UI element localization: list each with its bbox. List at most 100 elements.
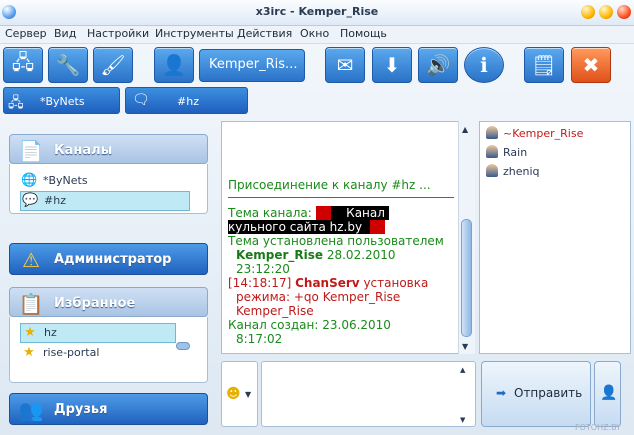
nick-item[interactable]: Rain	[486, 145, 527, 159]
user-actions-button[interactable]: 👤	[594, 361, 621, 427]
admin-header[interactable]: ⚠ Администратор	[9, 243, 208, 275]
download-icon: ⬇	[383, 53, 401, 77]
speaker-icon: 🔊	[425, 53, 451, 77]
globe-icon: 🌐	[21, 173, 38, 188]
created-label: Канал создан: 23.06.2010	[228, 318, 391, 332]
nick-label: Rain	[503, 146, 528, 159]
tab-label: #hz	[177, 95, 199, 108]
scrollbar-thumb[interactable]	[176, 342, 190, 350]
mode-text-3: Kemper_Rise	[236, 304, 314, 318]
topic-time: 23:12:20	[236, 262, 290, 276]
channels-section: 📄 Каналы 🌐 *ByNets 💬 #hz	[9, 134, 208, 214]
notes-button[interactable]: 🗒	[524, 47, 564, 83]
chat-log[interactable]: Присоединение к каналу #hz ... Тема кана…	[221, 121, 475, 354]
topic-text: кульного сайта hz.by	[228, 220, 363, 234]
message-input[interactable]: ▲ ▼	[261, 361, 476, 427]
favorites-title: Избранное	[54, 296, 136, 311]
mail-button[interactable]: ✉	[325, 47, 365, 83]
menu-server[interactable]: Сервер	[5, 27, 47, 40]
list-item[interactable]: ★ rise-portal	[20, 344, 188, 362]
nick-item[interactable]: ~Kemper_Rise	[486, 126, 583, 140]
scroll-down-icon[interactable]: ▼	[462, 342, 468, 351]
friends-header[interactable]: 👥 Друзья	[9, 393, 208, 425]
scroll-up-icon[interactable]: ▲	[460, 366, 465, 374]
channel-icon: 🗨	[132, 92, 150, 108]
envelope-icon: ✉	[336, 53, 354, 77]
watermark: FOTOHZ.BY	[575, 423, 622, 432]
tab-label: *ByNets	[40, 95, 85, 108]
profile-button[interactable]: 👤	[154, 47, 194, 83]
wrench-icon: 🔧	[55, 53, 81, 77]
topic-colored: кульного сайта hz.by	[228, 220, 385, 234]
network-icon: 🖧	[8, 95, 24, 111]
menu-settings[interactable]: Настройки	[87, 27, 149, 40]
channels-list: 🌐 *ByNets 💬 #hz	[9, 164, 208, 214]
list-item[interactable]: ★ hz	[20, 323, 176, 343]
menu-view[interactable]: Вид	[54, 27, 76, 40]
notepad-icon: 🗒	[531, 53, 557, 77]
list-item-label: #hz	[44, 194, 66, 207]
menu-window[interactable]: Окно	[300, 27, 329, 40]
chat-icon: 💬	[22, 193, 39, 208]
nick-label: ~Kemper_Rise	[503, 127, 584, 140]
bookmark-icon: 📋	[18, 292, 44, 316]
user-icon	[486, 145, 498, 158]
channels-header[interactable]: 📄 Каналы	[9, 134, 208, 164]
favorites-list: ★ hz ★ rise-portal	[9, 317, 208, 383]
list-item[interactable]: 💬 #hz	[20, 191, 190, 211]
send-label: Отправить	[514, 386, 583, 400]
arrow-right-icon: ➡	[496, 386, 507, 400]
mode-time: [14:18:17]	[228, 276, 292, 290]
join-message: Присоединение к каналу #hz ...	[228, 178, 431, 192]
send-button[interactable]: ➡ Отправить	[481, 361, 591, 427]
connect-button[interactable]: 🖧	[3, 47, 43, 83]
users-icon: 👥	[18, 398, 44, 422]
nick-display[interactable]: Kemper_Ris...	[199, 49, 305, 82]
scroll-up-icon[interactable]: ▲	[462, 125, 468, 134]
topic-author-line: Kemper_Rise 28.02.2010	[236, 248, 396, 262]
nick-list: ~Kemper_Rise Rain zheniq	[479, 121, 631, 354]
friends-title: Друзья	[54, 402, 108, 417]
topic-word: Канал	[346, 206, 385, 220]
menu-tools[interactable]: Инструменты	[155, 27, 234, 40]
sound-button[interactable]: 🔊	[418, 47, 458, 83]
star-icon: ★	[24, 325, 36, 340]
nick-item[interactable]: zheniq	[486, 164, 540, 178]
menu-help[interactable]: Помощь	[340, 27, 387, 40]
edit-button[interactable]: 🖌	[93, 47, 133, 83]
divider	[228, 197, 454, 198]
warning-icon: ⚠	[22, 248, 40, 272]
scroll-thumb[interactable]	[461, 219, 472, 337]
channels-title: Каналы	[54, 143, 113, 158]
list-item[interactable]: 🌐 *ByNets	[20, 172, 188, 190]
brush-icon: 🖌	[100, 53, 126, 77]
info-button[interactable]: ℹ	[464, 47, 504, 83]
mode-line: [14:18:17] ChanServ установка	[228, 276, 428, 290]
topic-set-by: Тема установлена пользователем	[228, 234, 444, 248]
scroll-down-icon[interactable]: ▼	[460, 416, 465, 424]
download-button[interactable]: ⬇	[372, 47, 412, 83]
maximize-button[interactable]	[599, 5, 613, 19]
mode-text: установка	[363, 276, 429, 290]
topic-line-2: кульного сайта hz.by	[228, 220, 385, 234]
topic-line: Тема канала: Канал	[228, 206, 389, 220]
favorites-header[interactable]: 📋 Избранное	[9, 287, 208, 317]
smiley-button[interactable]: ☻ ▼	[221, 361, 258, 427]
list-item-label: rise-portal	[43, 346, 100, 359]
minimize-button[interactable]	[581, 5, 595, 19]
options-button[interactable]: 🔧	[48, 47, 88, 83]
tab-hz[interactable]: 🗨 #hz	[125, 87, 248, 114]
network-icon: 🖧	[11, 50, 35, 74]
star-icon: ★	[23, 345, 35, 360]
tab-bynets[interactable]: 🖧 *ByNets	[3, 87, 120, 114]
favorites-section: 📋 Избранное ★ hz ★ rise-portal	[9, 287, 208, 383]
close-button[interactable]	[617, 5, 631, 19]
list-item-label: hz	[44, 326, 57, 339]
smiley-icon: ☻	[226, 386, 241, 402]
user-icon: 👤	[600, 385, 618, 401]
exit-button[interactable]: ✖	[571, 47, 611, 83]
admin-title: Администратор	[54, 252, 172, 267]
menu-actions[interactable]: Действия	[237, 27, 292, 40]
topic-date: 28.02.2010	[326, 248, 396, 262]
document-icon: 📄	[18, 139, 44, 163]
